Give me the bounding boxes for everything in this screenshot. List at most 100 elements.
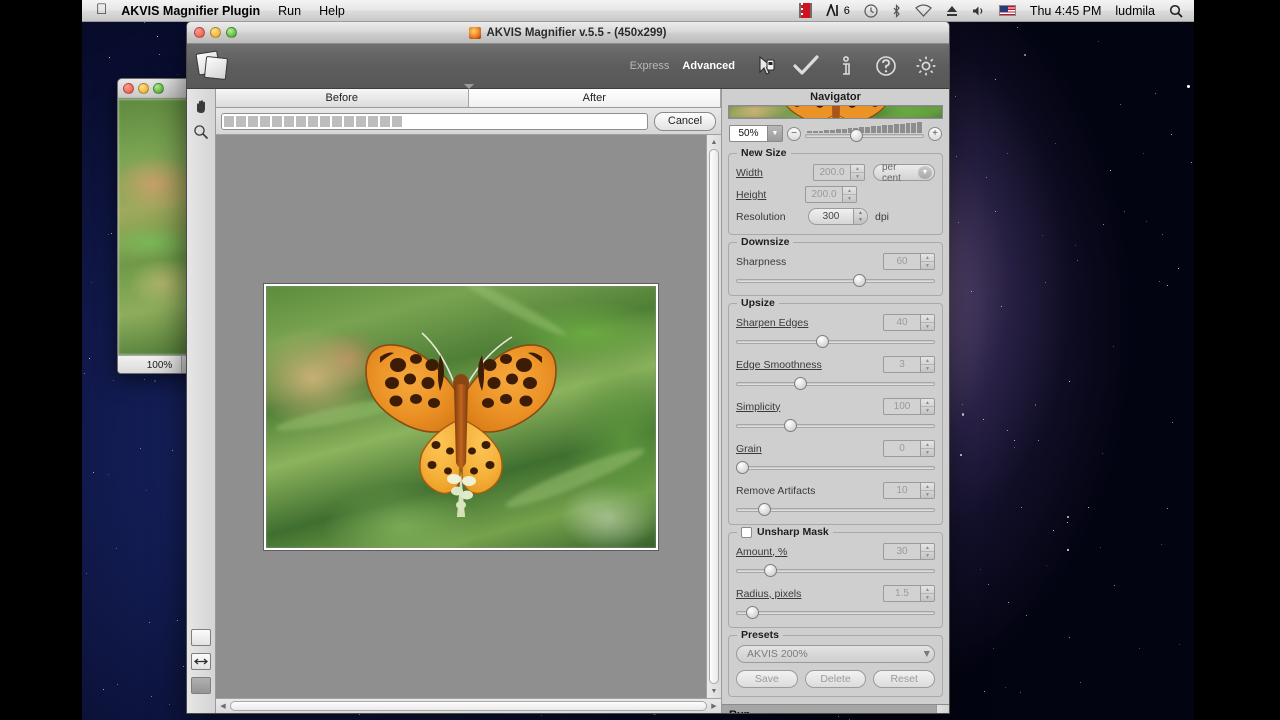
menu-app-name[interactable]: AKVIS Magnifier Plugin xyxy=(119,0,269,22)
sharpness-stepper[interactable]: 60 ▲ ▼ xyxy=(883,253,935,270)
image-canvas[interactable] xyxy=(216,135,706,698)
plugin-close-button[interactable] xyxy=(194,27,205,38)
edge-smoothness-slider[interactable] xyxy=(736,377,935,390)
plugin-zoom-button[interactable] xyxy=(226,27,237,38)
grain-slider-track[interactable] xyxy=(736,466,935,470)
resolution-stepper[interactable]: 300 ▲ ▼ xyxy=(808,208,868,225)
sharpen-edges-spinner[interactable]: ▲ ▼ xyxy=(920,315,934,330)
edge-smoothness-slider-track[interactable] xyxy=(736,382,935,386)
volume-icon[interactable] xyxy=(965,5,992,17)
edge-smoothness-slider-knob[interactable] xyxy=(793,377,807,390)
zoom-button[interactable] xyxy=(153,83,164,94)
tab-express[interactable]: Express xyxy=(630,60,670,72)
menu-bar[interactable]:  AKVIS Magnifier Plugin Run Help 6 xyxy=(82,0,1194,22)
horizontal-scroll-thumb[interactable] xyxy=(230,701,707,711)
tab-after[interactable]: After xyxy=(468,89,721,107)
canvas-vertical-scrollbar[interactable]: ▲ ▼ xyxy=(706,135,721,698)
zoom-controls[interactable]: 50% ▼ − + xyxy=(722,119,949,146)
unit-combobox[interactable]: per cent ▼ xyxy=(873,162,935,184)
remove-artifacts-stepper[interactable]: 10 ▲ ▼ xyxy=(883,482,935,499)
preset-buttons[interactable]: Save Delete Reset xyxy=(736,670,936,688)
zoom-slider[interactable] xyxy=(805,121,924,142)
canvas-horizontal-scrollbar[interactable]: ◀ ▶ xyxy=(216,698,721,713)
width-stepper[interactable]: 200.0 ▲ ▼ xyxy=(813,164,865,181)
menu-user[interactable]: ludmila xyxy=(1108,0,1162,22)
simplicity-stepper[interactable]: 100 ▲ ▼ xyxy=(883,398,935,415)
plugin-titlebar[interactable]: AKVIS Magnifier v.5.5 - (450x299) xyxy=(187,22,949,44)
zoom-out-button[interactable]: − xyxy=(787,126,801,141)
amount-stepper[interactable]: 30 ▲ ▼ xyxy=(883,543,935,560)
grain-spinner[interactable]: ▲ ▼ xyxy=(920,441,934,456)
menu-item-run[interactable]: Run xyxy=(269,0,310,22)
sharpness-slider-knob[interactable] xyxy=(853,274,867,287)
left-toolbar[interactable] xyxy=(187,89,216,713)
view-tabs[interactable]: Before After xyxy=(216,84,721,108)
plugin-toolbar[interactable]: Express Advanced xyxy=(187,44,949,89)
tab-before[interactable]: Before xyxy=(216,89,469,107)
minimize-button[interactable] xyxy=(138,83,149,94)
view-mode-buttons[interactable] xyxy=(187,629,215,694)
presets-chevron-icon[interactable]: ▼ xyxy=(922,648,932,660)
scroll-right-arrow[interactable]: ▶ xyxy=(708,699,720,713)
delete-preset-button[interactable]: Delete xyxy=(804,670,867,688)
info-icon[interactable] xyxy=(833,53,859,79)
simplicity-slider[interactable] xyxy=(736,419,935,432)
height-spinner[interactable]: ▲ ▼ xyxy=(842,187,856,202)
radius-slider[interactable] xyxy=(736,606,935,619)
stats-icon[interactable]: 6 xyxy=(819,0,857,22)
sharpness-spinner[interactable]: ▲ ▼ xyxy=(920,254,934,269)
remove-artifacts-slider[interactable] xyxy=(736,503,935,516)
compare-view-button[interactable] xyxy=(191,653,211,670)
amount-spinner[interactable]: ▲ ▼ xyxy=(920,544,934,559)
presets-combobox[interactable]: AKVIS 200% ▼ xyxy=(736,645,935,663)
height-stepper[interactable]: 200.0 ▲ ▼ xyxy=(805,186,857,203)
resolution-spinner[interactable]: ▲ ▼ xyxy=(853,209,867,224)
before-view-button[interactable] xyxy=(191,629,211,646)
scroll-left-arrow[interactable]: ◀ xyxy=(217,699,229,713)
edge-smoothness-stepper[interactable]: 3 ▲ ▼ xyxy=(883,356,935,373)
cancel-button[interactable]: Cancel xyxy=(654,111,716,131)
reset-preset-button[interactable]: Reset xyxy=(873,670,936,688)
radius-stepper[interactable]: 1.5 ▲ ▼ xyxy=(883,585,935,602)
sharpen-edges-slider[interactable] xyxy=(736,335,935,348)
sharpen-edges-slider-knob[interactable] xyxy=(815,335,829,348)
settings-gear-icon[interactable] xyxy=(913,53,939,79)
unsharp-mask-checkbox[interactable] xyxy=(741,526,752,538)
unit-chevron-icon[interactable]: ▼ xyxy=(918,166,932,179)
menu-clock[interactable]: Thu 4:45 PM xyxy=(1023,0,1109,22)
sharpen-edges-slider-track[interactable] xyxy=(736,340,935,344)
eject-icon[interactable] xyxy=(939,4,965,17)
zoom-tool-icon[interactable] xyxy=(189,119,213,144)
scroll-up-arrow[interactable]: ▲ xyxy=(707,136,721,148)
apple-icon[interactable]:  xyxy=(82,0,119,22)
bluetooth-icon[interactable] xyxy=(885,3,908,18)
film-icon[interactable] xyxy=(792,3,819,18)
hand-tool-icon[interactable] xyxy=(189,94,213,119)
timemachine-icon[interactable] xyxy=(857,3,885,18)
tab-advanced[interactable]: Advanced xyxy=(682,60,735,72)
save-preset-button[interactable]: Save xyxy=(736,670,798,688)
spotlight-icon[interactable] xyxy=(1162,4,1190,18)
plugin-minimize-button[interactable] xyxy=(210,27,221,38)
close-button[interactable] xyxy=(123,83,134,94)
chevron-down-icon[interactable]: ▼ xyxy=(767,126,782,141)
grain-slider[interactable] xyxy=(736,461,935,474)
scroll-down-arrow[interactable]: ▼ xyxy=(707,685,721,697)
menu-item-help[interactable]: Help xyxy=(310,0,354,22)
amount-slider[interactable] xyxy=(736,564,935,577)
checkmark-icon[interactable] xyxy=(793,53,819,79)
radius-slider-knob[interactable] xyxy=(745,606,759,619)
tabs-divider-grip[interactable] xyxy=(463,84,474,89)
flag-icon[interactable] xyxy=(992,5,1023,16)
zoom-slider-track[interactable] xyxy=(805,133,924,138)
toolbar-icons[interactable] xyxy=(753,53,939,79)
grain-stepper[interactable]: 0 ▲ ▼ xyxy=(883,440,935,457)
edge-smoothness-spinner[interactable]: ▲ ▼ xyxy=(920,357,934,372)
hints-scrollbar[interactable] xyxy=(936,705,949,713)
sharpness-slider[interactable] xyxy=(736,274,935,287)
cursor-pointer-icon[interactable] xyxy=(753,53,779,79)
radius-slider-track[interactable] xyxy=(736,611,935,615)
amount-slider-knob[interactable] xyxy=(763,564,777,577)
remove-artifacts-spinner[interactable]: ▲ ▼ xyxy=(920,483,934,498)
zoom-level-combobox[interactable]: 50% ▼ xyxy=(729,125,783,142)
